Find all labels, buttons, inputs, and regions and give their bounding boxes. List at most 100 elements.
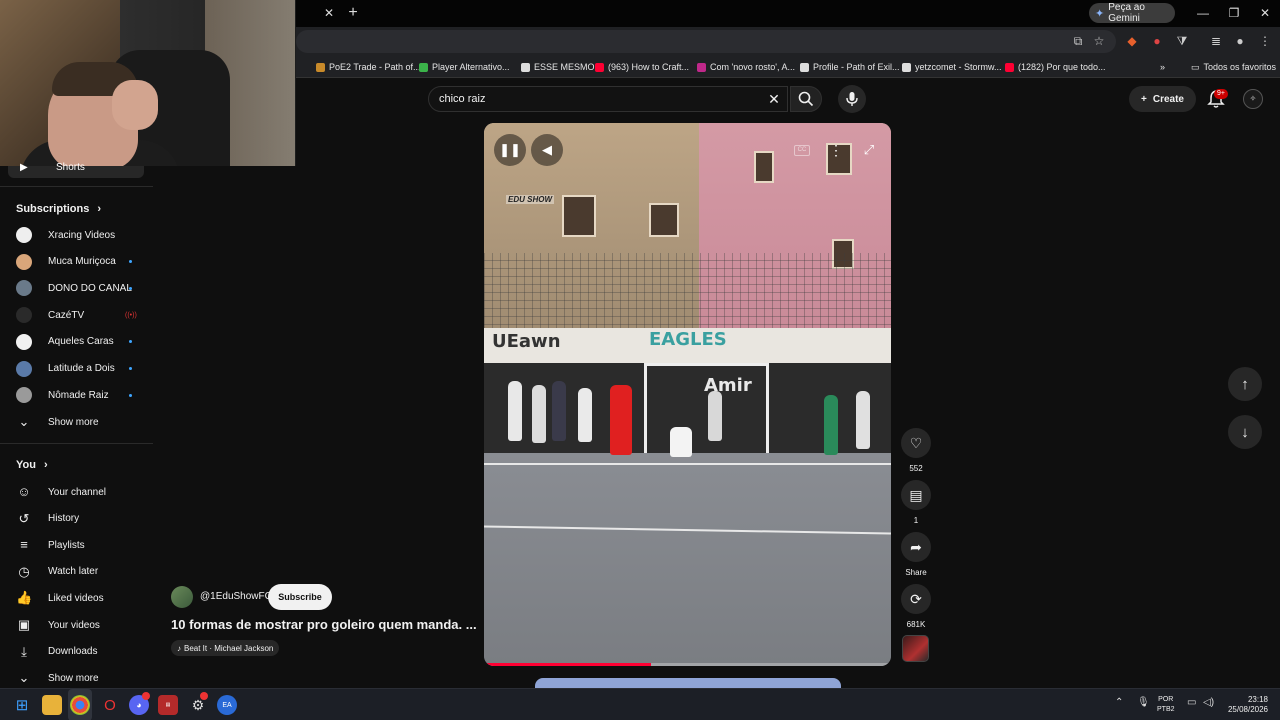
voice-search-button[interactable] [838, 85, 866, 113]
sidebar-subscription-item[interactable]: Latitude a Dois [0, 357, 153, 381]
sidebar-you-item[interactable]: ≡ Playlists [0, 533, 153, 557]
window-close-icon[interactable]: ✕ [1255, 4, 1275, 22]
next-video-preview[interactable] [535, 678, 841, 688]
tray-mic-icon[interactable]: 🎙 [1137, 697, 1150, 708]
extension-fox-icon[interactable]: ◆ [1124, 33, 1140, 49]
channel-avatar[interactable] [171, 586, 193, 608]
file-explorer-icon[interactable] [42, 695, 62, 715]
clear-search-icon[interactable]: ✕ [765, 90, 783, 108]
fullscreen-icon[interactable]: ⤢ [860, 141, 878, 159]
sidebar-item-label: Your channel [48, 486, 107, 498]
opera-icon[interactable]: O [100, 695, 120, 715]
remix-button[interactable]: ⟳ [901, 584, 931, 614]
your-videos-icon: ▣ [17, 617, 31, 632]
all-bookmarks[interactable]: ▭ Todos os favoritos [1191, 59, 1276, 75]
next-video-button[interactable]: ↓ [1228, 415, 1262, 449]
media-controls-icon[interactable]: ≣ [1208, 33, 1224, 49]
like-button[interactable]: ♡ [901, 428, 931, 458]
bookmark-item[interactable]: ESSE MESMO [521, 59, 595, 75]
restore-icon[interactable]: ❐ [1224, 4, 1244, 22]
sidebar-item-label: Playlists [48, 539, 85, 551]
bookmark-item[interactable]: PoE2 Trade - Path of... [316, 59, 421, 75]
captions-icon[interactable]: CC [794, 145, 810, 156]
menu-kebab-icon[interactable]: ⋮ [1257, 33, 1273, 49]
new-content-dot [129, 340, 132, 344]
new-content-dot [129, 367, 132, 370]
search-input[interactable]: chico raiz ✕ [428, 86, 788, 112]
channel-handle[interactable]: @1EduShowFC [200, 591, 272, 602]
sidebar-subscription-item[interactable]: Muca Muriçoca [0, 250, 153, 274]
install-app-icon[interactable]: ⧉ [1070, 33, 1086, 49]
sidebar-item-shorts[interactable]: ▶ Shorts [8, 162, 144, 178]
ea-app-icon[interactable]: EA [217, 695, 237, 715]
thumbs-up-icon: 👍 [16, 590, 33, 606]
channel-icon: ☺ [17, 484, 31, 499]
search-icon [798, 91, 814, 107]
language-indicator[interactable]: POR PTB2 [1157, 695, 1175, 715]
sidebar-you-item[interactable]: ☺ Your channel [0, 480, 153, 504]
bookmark-item[interactable]: Profile - Path of Exil... [800, 59, 900, 75]
sidebar-item-label: Your videos [48, 619, 100, 631]
sidebar-you-item[interactable]: ◷ Watch later [0, 560, 153, 584]
like-count: 552 [909, 464, 923, 473]
search-button[interactable] [790, 86, 822, 112]
sidebar-item-label: Shorts [56, 162, 85, 173]
extension-badge-icon[interactable]: ● [1149, 33, 1165, 49]
channel-avatar [16, 360, 32, 377]
new-content-dot [129, 260, 132, 264]
show-more-you[interactable]: ⌄ Show more [0, 666, 153, 690]
profile-icon[interactable]: ● [1232, 33, 1248, 49]
minimize-icon[interactable]: — [1193, 4, 1213, 22]
sidebar-you-item[interactable]: ▣ Your videos [0, 613, 153, 637]
sidebar-subscription-item[interactable]: Xracing Videos [0, 223, 153, 247]
sidebar-subscription-item[interactable]: Nômade Raiz [0, 383, 153, 407]
bookmark-item[interactable]: (963) How to Craft... [595, 59, 689, 75]
windows-start-icon[interactable]: ⊞ [12, 695, 32, 715]
new-tab-icon[interactable]: + [345, 4, 361, 22]
address-bar[interactable] [296, 30, 1116, 53]
gemini-button[interactable]: ✦ Peça ao Gemini [1089, 2, 1175, 24]
comments-button[interactable]: ▤ [901, 480, 931, 510]
sidebar-you-item[interactable]: ↺ History [0, 507, 153, 531]
channel-avatar [16, 387, 32, 404]
bookmark-item[interactable]: Com 'novo rosto', A... [697, 59, 795, 75]
show-more-subscriptions[interactable]: ⌄ Show more [0, 410, 153, 434]
subscriptions-heading[interactable]: Subscriptions › [16, 201, 101, 217]
previous-video-button[interactable]: ↑ [1228, 367, 1262, 401]
sidebar-subscription-item[interactable]: CazéTV ((•)) [0, 303, 153, 327]
sound-thumbnail[interactable] [902, 635, 929, 662]
account-avatar[interactable]: ✧ [1243, 89, 1263, 109]
video-title[interactable]: 10 formas de mostrar pro goleiro quem ma… [171, 617, 477, 632]
sidebar-you-item[interactable]: 👍 Liked videos [0, 586, 153, 610]
sidebar-subscription-item[interactable]: Aqueles Caras [0, 330, 153, 354]
comment-action: ▤ 1 [900, 480, 932, 525]
tab-close-icon[interactable]: ✕ [322, 5, 336, 21]
sidebar-you-item[interactable]: ⤓ Downloads [0, 640, 153, 664]
extensions-puzzle-icon[interactable]: ⧩ [1174, 33, 1190, 49]
more-options-icon[interactable]: ⋮ [828, 141, 844, 159]
network-icon[interactable]: ▭ [1187, 697, 1196, 708]
bookmark-star-icon[interactable]: ☆ [1091, 33, 1107, 49]
sidebar-item-label: Liked videos [48, 592, 104, 604]
tray-overflow-icon[interactable]: ⌃ [1115, 697, 1123, 708]
music-chip[interactable]: ♪ Beat It · Michael Jackson [171, 640, 280, 656]
shorts-video-player[interactable]: UEawn EAGLES Amir EDU SHOW ❚❚ ◀ CC ⋮ ⤢ [484, 123, 891, 666]
bookmark-item[interactable]: (1282) Por que todo... [1005, 59, 1106, 75]
volume-icon[interactable]: ◁) [1203, 697, 1214, 708]
pause-button[interactable]: ❚❚ [494, 134, 526, 166]
channel-avatar [16, 333, 32, 350]
share-button[interactable]: ➦ [901, 532, 931, 562]
subscribe-button[interactable]: Subscribe [268, 584, 332, 610]
sidebar-subscription-item[interactable]: DONO DO CANAL [0, 276, 153, 300]
bookmark-item[interactable]: yetzcomet - Stormw... [902, 59, 1002, 75]
bookmarks-overflow-icon[interactable]: » [1160, 59, 1165, 75]
create-button[interactable]: + Create [1129, 86, 1196, 112]
you-heading[interactable]: You › [16, 457, 48, 473]
chrome-icon[interactable] [70, 695, 90, 715]
channel-avatar [16, 307, 32, 324]
system-clock[interactable]: 23:18 25/08/2026 [1224, 695, 1268, 715]
game-launcher-icon[interactable]: ▤ [158, 695, 178, 715]
bookmark-item[interactable]: Player Alternativo... [419, 59, 510, 75]
microphone-icon [846, 92, 858, 106]
mute-button[interactable]: ◀ [531, 134, 563, 166]
